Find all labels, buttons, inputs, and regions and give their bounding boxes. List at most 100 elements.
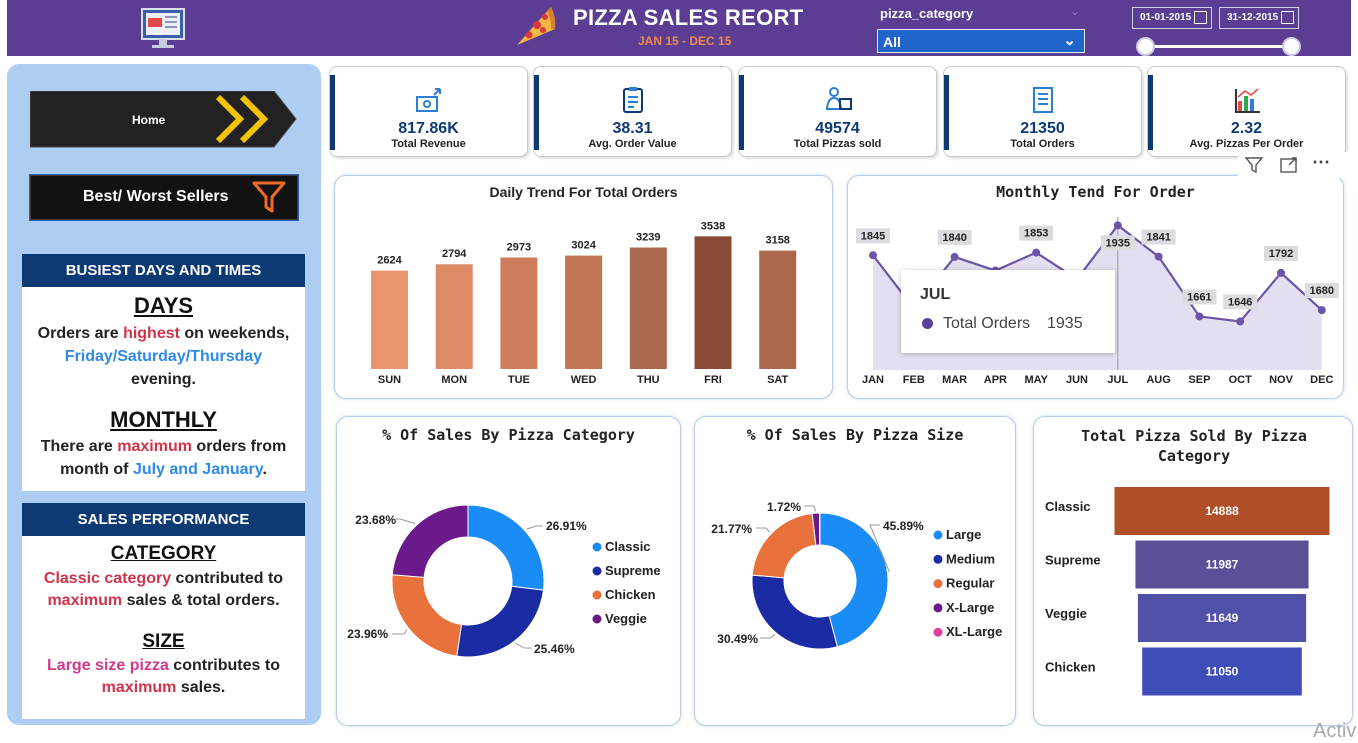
donut-leader-line [760,634,776,639]
kpi-value: 21350 [1020,120,1065,137]
legend-label: Regular [946,576,994,591]
size-line-2: maximum sales. [22,676,305,699]
daily-bar-value: 2624 [377,255,402,267]
monthly-x-tick: MAY [1024,374,1048,386]
donut-slice-label: 1.72% [767,500,801,514]
monthly-x-tick: SEP [1188,374,1210,386]
performance-section-heading: SALES PERFORMANCE [22,503,305,536]
sales-by-size-chart: 45.89% 30.49% 21.77% 1.72% Large Medium Regula… [711,500,1002,650]
performance-section-body: CATEGORY Classic category contributed to… [22,536,305,719]
kpi-label: Total Orders [1010,138,1075,150]
monthly-point-label: 1853 [1024,228,1048,240]
monthly-point [869,251,877,260]
daily-bar-value: 3158 [765,235,789,247]
category-line-1: Classic category contributed to [22,567,305,590]
donut-slice-label: 26.91% [546,519,587,533]
legend-marker [933,603,943,613]
daily-bar [435,264,473,369]
category-filter-value: All [883,34,901,50]
tooltip-series-dot [922,318,933,329]
highlight-text: highest [123,325,180,342]
bar-chart-icon [1232,85,1262,120]
date-slider-start-handle[interactable] [1136,37,1155,56]
text-span: . [262,461,267,478]
text-span: on weekends, [179,325,290,342]
daily-bar [500,257,538,369]
monthly-x-tick: FEB [903,374,925,386]
category-sold-value: 14888 [1205,504,1239,518]
daily-bar [629,247,667,369]
category-sold-value: 11987 [1206,558,1239,572]
donut-slice [467,504,545,591]
donut-leader-line [526,525,543,530]
funnel-icon [251,179,287,220]
daily-x-tick: WED [571,374,597,386]
text-span: Orders are [37,325,124,342]
highlight-text: Classic category [43,570,172,587]
calendar-icon [1281,11,1294,24]
kpi-value: 49574 [815,120,860,137]
calendar-icon [1194,11,1207,24]
daily-x-tick: THU [637,374,660,386]
date-slider-track[interactable] [1146,45,1292,48]
monthly-point [1195,312,1204,321]
date-slider-end-handle[interactable] [1282,37,1301,56]
dashboard-title: PIZZA SALES REORT [573,5,804,30]
tooltip-month: JUL [920,286,951,303]
pizza-icon [513,3,557,54]
legend-marker [933,579,943,589]
text-span: contributes to [168,657,280,674]
monthly-x-tick: NOV [1269,374,1294,386]
legend-marker [592,566,602,576]
donut-leader-line [392,629,408,635]
days-line-1: Orders are highest on weekends, [22,322,305,345]
legend-label: Medium [946,551,995,566]
legend-marker [592,590,602,600]
kpi-card-avg-order-value: 38.31 Avg. Order Value [533,66,732,157]
home-button-label: Home [132,113,166,127]
end-date-field[interactable]: 31-12-2015 [1219,7,1299,29]
kpi-label: Total Revenue [391,138,466,150]
category-sold-value: 11050 [1206,665,1239,679]
donut-slice-label: 21.77% [711,522,752,536]
daily-x-tick: FRI [704,374,722,386]
donut-slice [751,512,817,579]
monthly-point-label: 1841 [1146,232,1170,244]
donut-slice-label: 23.96% [347,627,388,641]
daily-x-tick: SAT [767,374,788,386]
daily-bar-value: 3024 [571,240,596,252]
visual-header-toolbar: ⋯ [1238,152,1358,178]
monthly-x-tick: JAN [862,374,884,386]
start-date-field[interactable]: 01-01-2015 [1132,7,1212,29]
tooltip-value: 1935 [1047,315,1083,332]
donut-slice-label: 30.49% [717,632,758,646]
monitor-icon [140,6,186,55]
highlight-text: July and January [132,461,263,478]
daily-bar [694,236,732,369]
chevron-down-icon[interactable]: ⌄ [1070,4,1080,18]
legend-label: Classic [605,539,651,554]
daily-trend-chart: 2624 SUN 2794 MON 2973 TUE 3024 WED 3239 THU 3538 F… [371,220,797,386]
legend-marker [933,627,943,637]
legend-label: Veggie [605,611,647,626]
category-filter-select[interactable]: All ⌄ [877,29,1085,53]
monthly-title: MONTHLY [110,407,217,432]
kpi-label: Total Pizzas sold [793,138,882,150]
focus-mode-icon[interactable] [1279,155,1299,180]
busiest-section-heading: BUSIEST DAYS AND TIMES [22,254,305,287]
busiest-section-body: DAYS Orders are highest on weekends, Fri… [22,287,305,491]
tooltip-label: Total Orders [943,315,1031,332]
start-date-value: 01-01-2015 [1140,12,1192,23]
sales-by-category-chart: 26.91% 25.46% 23.96% 23.68% Classic Supreme Ch… [347,504,661,658]
more-options-icon[interactable]: ⋯ [1312,152,1330,173]
donut-leader-line [515,642,532,649]
kpi-label: Avg. Pizzas Per Order [1189,138,1304,150]
category-sold-label: Veggie [1045,606,1087,621]
text-span: month of [60,461,133,478]
monthly-line-1: There are maximum orders from [22,435,305,458]
filter-icon[interactable] [1244,155,1264,180]
category-sold-label: Chicken [1045,660,1096,675]
daily-x-tick: SUN [378,374,401,386]
daily-bar [371,270,408,369]
text-span: There are [40,438,118,455]
